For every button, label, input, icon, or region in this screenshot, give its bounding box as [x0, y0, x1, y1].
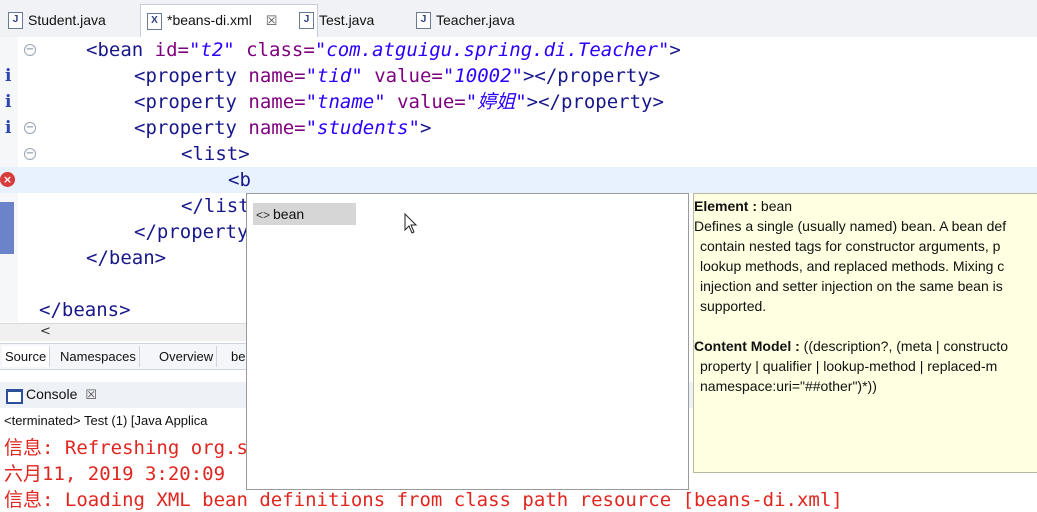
doc-desc-line: injection and setter injection on the sa… [700, 278, 1003, 294]
java-file-icon: J [8, 12, 23, 29]
mouse-pointer-icon [404, 213, 418, 234]
console-title: Console [26, 386, 78, 402]
code-line-current: × <b [0, 167, 1037, 193]
info-marker-icon[interactable]: i [5, 118, 11, 138]
java-file-icon: J [416, 12, 431, 29]
fold-collapse-icon[interactable]: − [24, 122, 36, 134]
doc-content-label: Content Model : [694, 338, 800, 354]
doc-element-line: Element : bean [694, 196, 1037, 216]
doc-desc-line: supported. [700, 298, 767, 314]
code-text: <list> [181, 143, 250, 165]
console-icon [6, 389, 23, 404]
doc-desc-line: Defines a single (usually named) bean. A… [694, 218, 1007, 234]
java-file-icon: J [299, 12, 314, 29]
close-icon[interactable]: ☒ [85, 387, 97, 402]
tab-label: Teacher.java [436, 12, 515, 28]
tab-teacher-java[interactable]: J Teacher.java [410, 7, 515, 33]
xml-editor-page-tabs: Source Namespaces Overview be [0, 343, 250, 370]
console-line: 信息: Refreshing org.s [4, 437, 248, 459]
xml-file-icon: X [147, 13, 162, 30]
tab-label: Student.java [28, 12, 106, 28]
doc-desc-line: contain nested tags for constructor argu… [700, 238, 1001, 254]
tab-namespaces[interactable]: Namespaces [57, 346, 140, 367]
tab-beans-di-xml[interactable]: X *beans-di.xml ☒ [140, 4, 318, 38]
error-marker-icon[interactable]: × [0, 172, 15, 187]
code-text: </beans> [39, 299, 131, 321]
code-line: i <property name="tid" value="10002"></p… [0, 63, 1037, 89]
tab-label: *beans-di.xml [167, 12, 252, 28]
xml-element-icon: <> [255, 208, 270, 222]
doc-content-line: property | qualifier | lookup-method | r… [700, 358, 998, 374]
documentation-hover: Element : bean Defines a single (usually… [693, 193, 1037, 473]
tab-student-java[interactable]: J Student.java [2, 7, 106, 33]
code-line: i − <property name="students"> [0, 115, 1037, 141]
close-icon[interactable]: ☒ [266, 13, 278, 28]
code-text: </property> [134, 221, 260, 243]
editor-horizontal-scrollbar[interactable]: < [0, 323, 250, 341]
tab-test-java[interactable]: J Test.java [293, 7, 374, 33]
console-tab[interactable]: Console ☒ [26, 386, 97, 403]
code-text: </bean> [86, 247, 167, 269]
fold-collapse-icon[interactable]: − [24, 44, 36, 56]
doc-desc-line: lookup methods, and replaced methods. Mi… [700, 258, 1005, 274]
doc-content-line: namespace:uri="##other")*)) [700, 378, 877, 394]
tab-label: Test.java [319, 12, 375, 28]
doc-content-value: ((description?, (meta | constructo [799, 338, 1009, 354]
code-text: <property name="tid" value="10002"></pro… [134, 65, 661, 87]
doc-element-label: Element : [694, 198, 758, 214]
fold-collapse-icon[interactable]: − [24, 148, 36, 160]
assist-item-bean[interactable]: <> bean [253, 203, 356, 225]
code-line: − <list> [0, 141, 1037, 167]
console-line: 六月11, 2019 3:20:09 [4, 463, 237, 485]
editor-tab-bar: J Student.java X *beans-di.xml ☒ J Test.… [0, 0, 1037, 38]
code-text: <b [228, 169, 251, 191]
console-process-status: <terminated> Test (1) [Java Applica [4, 413, 208, 428]
info-marker-icon[interactable]: i [5, 66, 11, 86]
tab-overview[interactable]: Overview [156, 346, 218, 367]
doc-element-value: bean [757, 198, 793, 214]
content-assist-popup: <> bean [246, 193, 689, 490]
scroll-left-arrow-icon[interactable]: < [40, 324, 51, 339]
info-marker-icon[interactable]: i [5, 92, 11, 112]
code-text: <property name="students"> [134, 117, 432, 139]
code-text: <property name="tname" value="婷姐"></prop… [134, 91, 664, 113]
code-line: i <property name="tname" value="婷姐"></pr… [0, 89, 1037, 115]
code-line: − <bean id="t2" class="com.atguigu.sprin… [0, 37, 1037, 63]
tab-source[interactable]: Source [2, 346, 51, 367]
code-text: <bean id="t2" class="com.atguigu.spring.… [86, 39, 681, 61]
assist-item-label: bean [273, 206, 305, 222]
doc-content-model-line: Content Model : ((description?, (meta | … [694, 336, 1037, 356]
